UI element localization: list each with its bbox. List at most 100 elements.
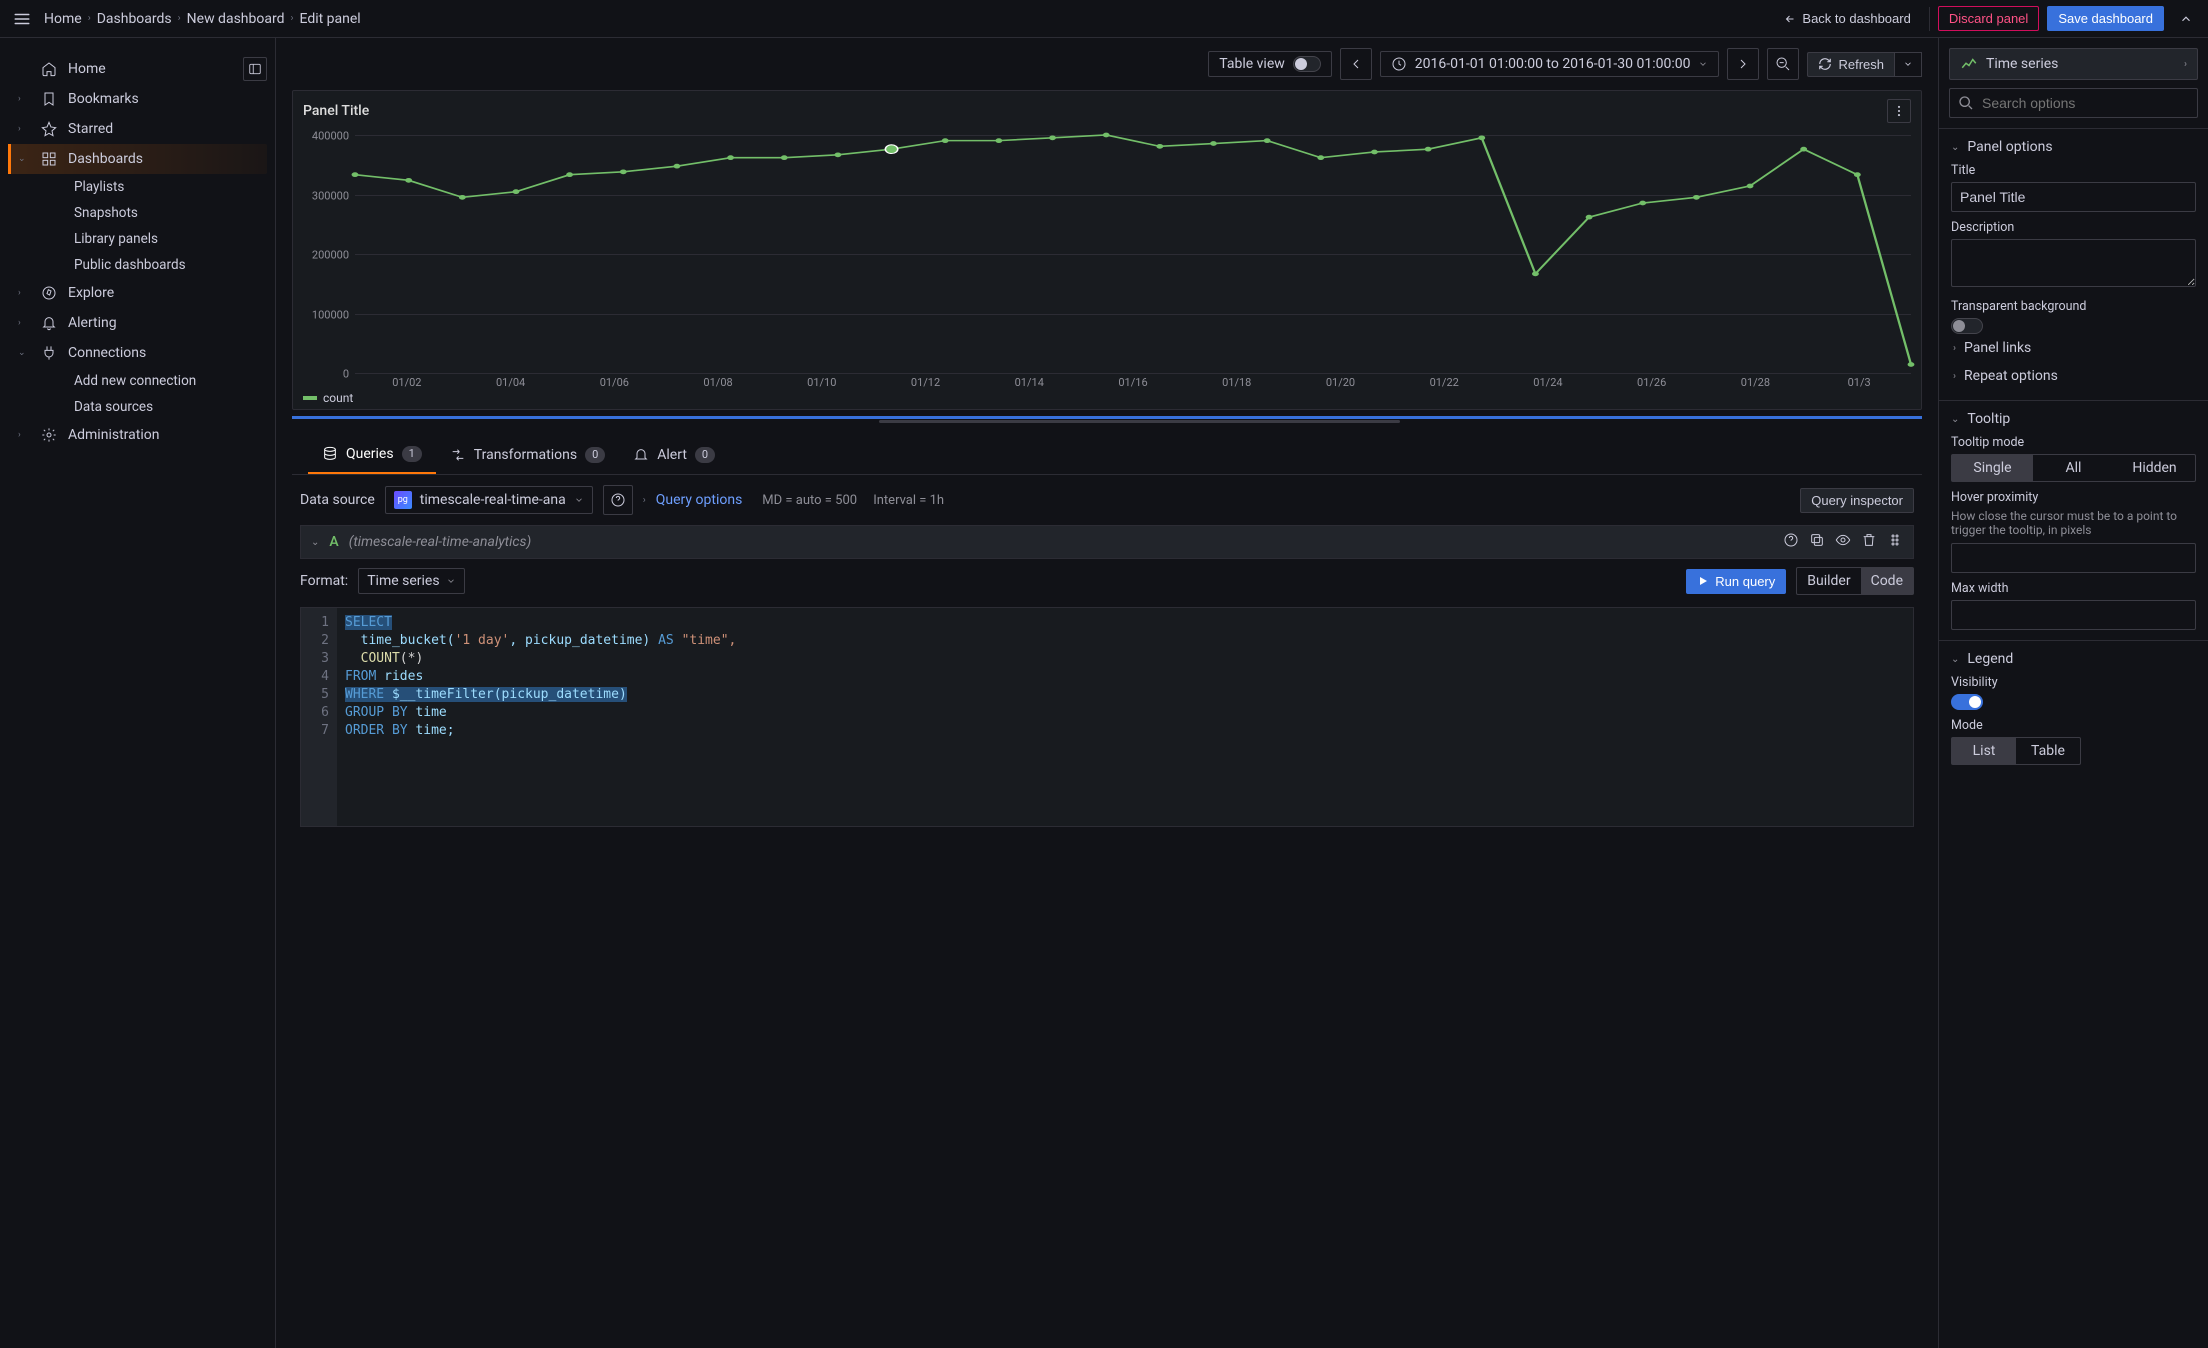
panel-menu-button[interactable] xyxy=(1887,99,1911,123)
data-source-picker[interactable]: pg timescale-real-time-ana xyxy=(385,486,593,514)
postgres-icon: pg xyxy=(394,491,412,509)
section-legend: ⌄ Legend Visibility Mode List Table xyxy=(1939,640,2208,775)
section-toggle-panel-options[interactable]: ⌄ Panel options xyxy=(1951,139,2196,155)
zoom-out-button[interactable] xyxy=(1767,48,1799,80)
dock-sidebar-button[interactable] xyxy=(243,57,267,81)
menu-toggle[interactable] xyxy=(8,5,36,33)
sidebar-item-bookmarks[interactable]: › Bookmarks xyxy=(8,84,267,114)
collapse-topbar-button[interactable] xyxy=(2172,5,2200,33)
tab-queries[interactable]: Queries 1 xyxy=(308,436,436,474)
editor-mode-code[interactable]: Code xyxy=(1861,568,1913,594)
section-toggle-tooltip[interactable]: ⌄ Tooltip xyxy=(1951,411,2196,427)
editor-mode-builder[interactable]: Builder xyxy=(1797,568,1860,594)
search-input[interactable] xyxy=(1982,95,2189,111)
chevron-right-icon: › xyxy=(1953,343,1956,354)
divider xyxy=(1929,7,1930,31)
sidebar-item-administration[interactable]: › Administration xyxy=(8,420,267,450)
sidebar-item-home[interactable]: Home xyxy=(8,54,116,84)
tab-transformations[interactable]: Transformations 0 xyxy=(436,437,620,473)
compass-icon xyxy=(40,284,58,302)
section-toggle-legend[interactable]: ⌄ Legend xyxy=(1951,651,2196,667)
section-toggle-repeat-options[interactable]: › Repeat options xyxy=(1951,362,2196,390)
tooltip-mode-toggle: Single All Hidden xyxy=(1951,454,2196,482)
format-select[interactable]: Time series xyxy=(358,568,464,594)
hover-proximity-input[interactable] xyxy=(1951,543,2196,573)
tab-alert[interactable]: Alert 0 xyxy=(619,437,729,473)
sidebar-item-starred[interactable]: › Starred xyxy=(8,114,267,144)
breadcrumb-edit-panel: Edit panel xyxy=(300,11,361,27)
sidebar-item-label: Bookmarks xyxy=(68,91,139,107)
data-source-help-button[interactable] xyxy=(603,485,633,515)
chart-legend[interactable]: count xyxy=(303,391,353,405)
remove-query-button[interactable] xyxy=(1861,532,1877,552)
switch-icon xyxy=(1293,56,1321,72)
query-toolbar: Data source pg timescale-real-time-ana ›… xyxy=(276,475,1938,525)
sidebar-item-public-dashboards[interactable]: Public dashboards xyxy=(64,252,267,278)
panel-description-input[interactable] xyxy=(1951,239,2196,287)
sql-editor[interactable]: 12 34 56 7 SELECT time_bucket('1 day', p… xyxy=(300,607,1914,827)
sidebar-item-dashboards[interactable]: ⌄ Dashboards xyxy=(8,144,267,174)
tooltip-mode-single[interactable]: Single xyxy=(1952,455,2033,481)
toggle-visibility-button[interactable] xyxy=(1835,532,1851,552)
query-help-button[interactable] xyxy=(1783,532,1799,552)
max-width-input[interactable] xyxy=(1951,600,2196,630)
chart-line[interactable] xyxy=(355,135,1911,373)
run-query-button[interactable]: Run query xyxy=(1686,569,1786,594)
code-content[interactable]: SELECT time_bucket('1 day', pickup_datet… xyxy=(337,608,1913,826)
star-icon xyxy=(40,120,58,138)
legend-mode-list[interactable]: List xyxy=(1952,738,2016,764)
tooltip-mode-hidden[interactable]: Hidden xyxy=(2114,455,2195,481)
duplicate-query-button[interactable] xyxy=(1809,532,1825,552)
panel-title-input[interactable] xyxy=(1951,182,2196,212)
discard-panel-button[interactable]: Discard panel xyxy=(1938,6,2040,31)
transparent-background-toggle[interactable] xyxy=(1951,318,1983,334)
back-to-dashboard-button[interactable]: Back to dashboard xyxy=(1774,7,1920,30)
query-ref-id[interactable]: A xyxy=(329,534,338,550)
drag-query-handle[interactable] xyxy=(1887,532,1903,552)
query-row-header: ⌄ A (timescale-real-time-analytics) xyxy=(300,525,1914,559)
chevron-right-icon: › xyxy=(178,13,181,24)
chevron-right-icon: › xyxy=(18,430,30,440)
table-view-toggle[interactable]: Table view xyxy=(1208,51,1332,77)
refresh-button[interactable]: Refresh xyxy=(1807,52,1894,77)
sidebar-item-data-sources[interactable]: Data sources xyxy=(64,394,267,420)
sidebar-item-playlists[interactable]: Playlists xyxy=(64,174,267,200)
breadcrumb-dashboards[interactable]: Dashboards xyxy=(97,11,172,27)
legend-mode-table[interactable]: Table xyxy=(2016,738,2080,764)
sidebar-item-label: Explore xyxy=(68,285,114,301)
time-range-forward-button[interactable] xyxy=(1727,48,1759,80)
sidebar-item-explore[interactable]: › Explore xyxy=(8,278,267,308)
panel-toolbar: Table view 2016-01-01 01:00:00 to 2016-0… xyxy=(276,38,1938,90)
visualization-picker[interactable]: Time series › xyxy=(1949,48,2198,80)
sidebar-item-alerting[interactable]: › Alerting xyxy=(8,308,267,338)
time-range-picker[interactable]: 2016-01-01 01:00:00 to 2016-01-30 01:00:… xyxy=(1380,51,1720,77)
time-range-back-button[interactable] xyxy=(1340,48,1372,80)
sidebar-item-connections[interactable]: ⌄ Connections xyxy=(8,338,267,368)
sidebar-item-snapshots[interactable]: Snapshots xyxy=(64,200,267,226)
chevron-down-icon: ⌄ xyxy=(1951,654,1959,665)
query-inspector-button[interactable]: Query inspector xyxy=(1800,488,1914,513)
chevron-right-icon: › xyxy=(643,495,646,506)
legend-visibility-toggle[interactable] xyxy=(1951,694,1983,710)
save-dashboard-button[interactable]: Save dashboard xyxy=(2047,6,2164,31)
sidebar-item-library-panels[interactable]: Library panels xyxy=(64,226,267,252)
editor-mode-toggle: Builder Code xyxy=(1796,567,1914,595)
sidebar: Home › Bookmarks › Starred ⌄ Das xyxy=(0,38,276,1348)
options-search[interactable] xyxy=(1949,88,2198,118)
sidebar-item-label: Home xyxy=(68,61,106,77)
gear-icon xyxy=(40,426,58,444)
tooltip-mode-all[interactable]: All xyxy=(2033,455,2114,481)
sidebar-item-add-connection[interactable]: Add new connection xyxy=(64,368,267,394)
section-toggle-panel-links[interactable]: › Panel links xyxy=(1951,334,2196,362)
collapse-query-button[interactable]: ⌄ xyxy=(311,537,319,548)
chevron-right-icon: › xyxy=(1953,371,1956,382)
field-transparent-label: Transparent background xyxy=(1951,299,2196,314)
query-options-toggle[interactable]: › Query options MD = auto = 500 Interval… xyxy=(643,492,944,508)
refresh-interval-dropdown[interactable] xyxy=(1894,52,1922,77)
breadcrumb-new-dashboard[interactable]: New dashboard xyxy=(187,11,285,27)
chevron-right-icon: › xyxy=(290,13,293,24)
panel-resize-handle[interactable] xyxy=(292,414,1922,424)
breadcrumb-home[interactable]: Home xyxy=(44,11,82,27)
chevron-right-icon: › xyxy=(18,124,30,134)
field-hover-label: Hover proximity xyxy=(1951,490,2196,505)
